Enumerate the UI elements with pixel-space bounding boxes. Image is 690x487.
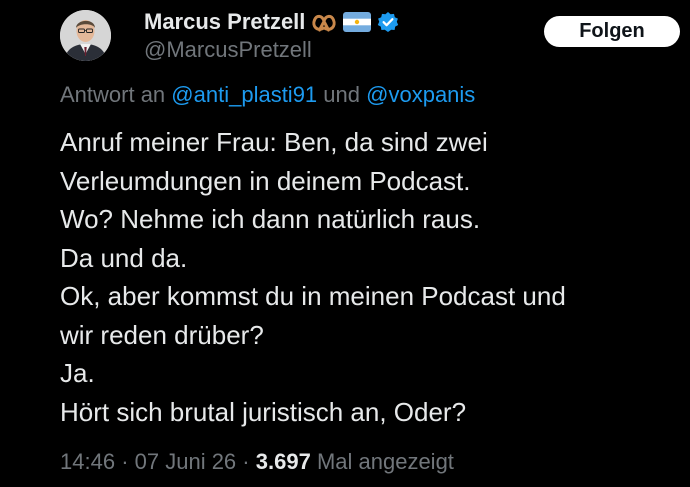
tweet-meta: 14:46 · 07 Juni 26 · 3.697 Mal angezeigt — [60, 449, 454, 475]
reply-connector: und — [323, 82, 361, 107]
follow-button[interactable]: Folgen — [544, 16, 680, 47]
views-label: Mal angezeigt — [316, 449, 454, 474]
author-name-row: Marcus Pretzell — [144, 8, 399, 36]
tweet-line: wir reden drüber? — [60, 319, 264, 350]
author-display-name[interactable]: Marcus Pretzell — [144, 9, 305, 35]
meta-separator: · — [121, 449, 129, 474]
reply-mention-anti-plasti91[interactable]: @anti_plasti91 — [171, 82, 317, 107]
author-avatar[interactable] — [60, 10, 111, 61]
avatar-portrait-icon — [60, 10, 111, 61]
tweet-time[interactable]: 14:46 — [60, 449, 115, 474]
tweet-line: Hört sich brutal juristisch an, Oder? — [60, 396, 467, 427]
meta-separator: · — [242, 449, 250, 474]
tweet-line: Da und da. — [60, 242, 188, 273]
tweet-text: Anruf meiner Frau: Ben, da sind zwei Ver… — [60, 123, 680, 431]
tweet-line: Anruf meiner Frau: Ben, da sind zwei — [60, 127, 488, 157]
argentina-flag-icon — [343, 12, 372, 32]
verified-badge-icon — [377, 11, 399, 33]
reply-mention-voxpanis[interactable]: @voxpanis — [366, 82, 475, 107]
tweet-line: Ok, aber kommst du in meinen Podcast und — [60, 281, 566, 311]
tweet-line: Wo? Nehme ich dann natürlich raus. — [60, 204, 481, 234]
reply-prefix: Antwort an — [60, 82, 166, 107]
tweet-date[interactable]: 07 Juni 26 — [135, 449, 237, 474]
tweet-line: Ja. — [60, 358, 95, 388]
reply-context: Antwort an @anti_plasti91 und @voxpanis — [60, 82, 475, 108]
pretzel-icon — [311, 11, 337, 33]
views-count: 3.697 — [255, 449, 311, 474]
author-handle[interactable]: @MarcusPretzell — [144, 37, 312, 63]
tweet-line: Verleumdungen in deinem Podcast. — [60, 165, 471, 196]
